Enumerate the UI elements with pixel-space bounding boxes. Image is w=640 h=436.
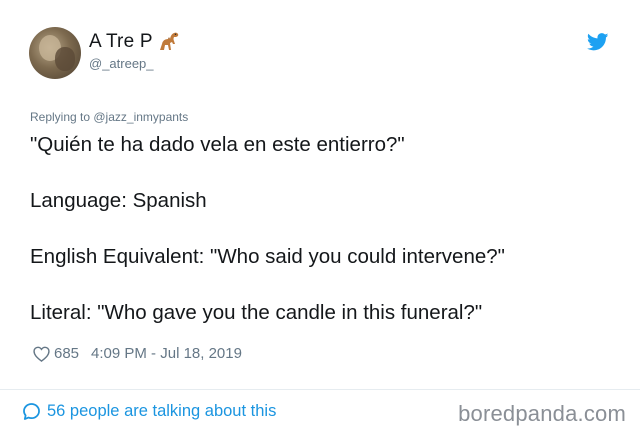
replying-to-mention[interactable]: @jazz_inmypants bbox=[93, 110, 188, 124]
author-name-row[interactable]: A Tre P bbox=[89, 30, 181, 54]
avatar-detail bbox=[55, 47, 75, 71]
heart-icon[interactable] bbox=[33, 346, 50, 362]
replying-to-prefix: Replying to bbox=[30, 110, 94, 124]
tweet-card: A Tre P @_atreep_ Replying to @jazz_inmy… bbox=[0, 0, 640, 436]
replying-to-line: Replying to @jazz_inmypants bbox=[30, 110, 188, 124]
tweet-line-quote: "Quién te ha dado vela en este entierro?… bbox=[30, 133, 405, 156]
author-handle[interactable]: @_atreep_ bbox=[89, 56, 154, 71]
tweet-line-literal: Literal: "Who gave you the candle in thi… bbox=[30, 301, 483, 324]
timestamp[interactable]: 4:09 PM - Jul 18, 2019 bbox=[91, 345, 242, 362]
avatar[interactable] bbox=[29, 27, 81, 79]
divider bbox=[0, 389, 640, 390]
display-name[interactable]: A Tre P bbox=[89, 31, 153, 53]
conversation-count-text[interactable]: 56 people are talking about this bbox=[47, 402, 276, 421]
speech-bubble-icon bbox=[22, 402, 41, 421]
tweet-meta: 685 4:09 PM - Jul 18, 2019 bbox=[33, 345, 242, 362]
tweet-line-language: Language: Spanish bbox=[30, 189, 207, 212]
like-count[interactable]: 685 bbox=[54, 345, 79, 362]
tweet-line-equivalent: English Equivalent: "Who said you could … bbox=[30, 245, 505, 268]
watermark: boredpanda.com bbox=[458, 401, 626, 426]
tweet-text: "Quién te ha dado vela en este entierro?… bbox=[30, 131, 620, 327]
twitter-bird-icon[interactable] bbox=[586, 33, 609, 51]
dinosaur-icon bbox=[157, 30, 181, 54]
conversation-link[interactable]: 56 people are talking about this bbox=[22, 402, 276, 421]
